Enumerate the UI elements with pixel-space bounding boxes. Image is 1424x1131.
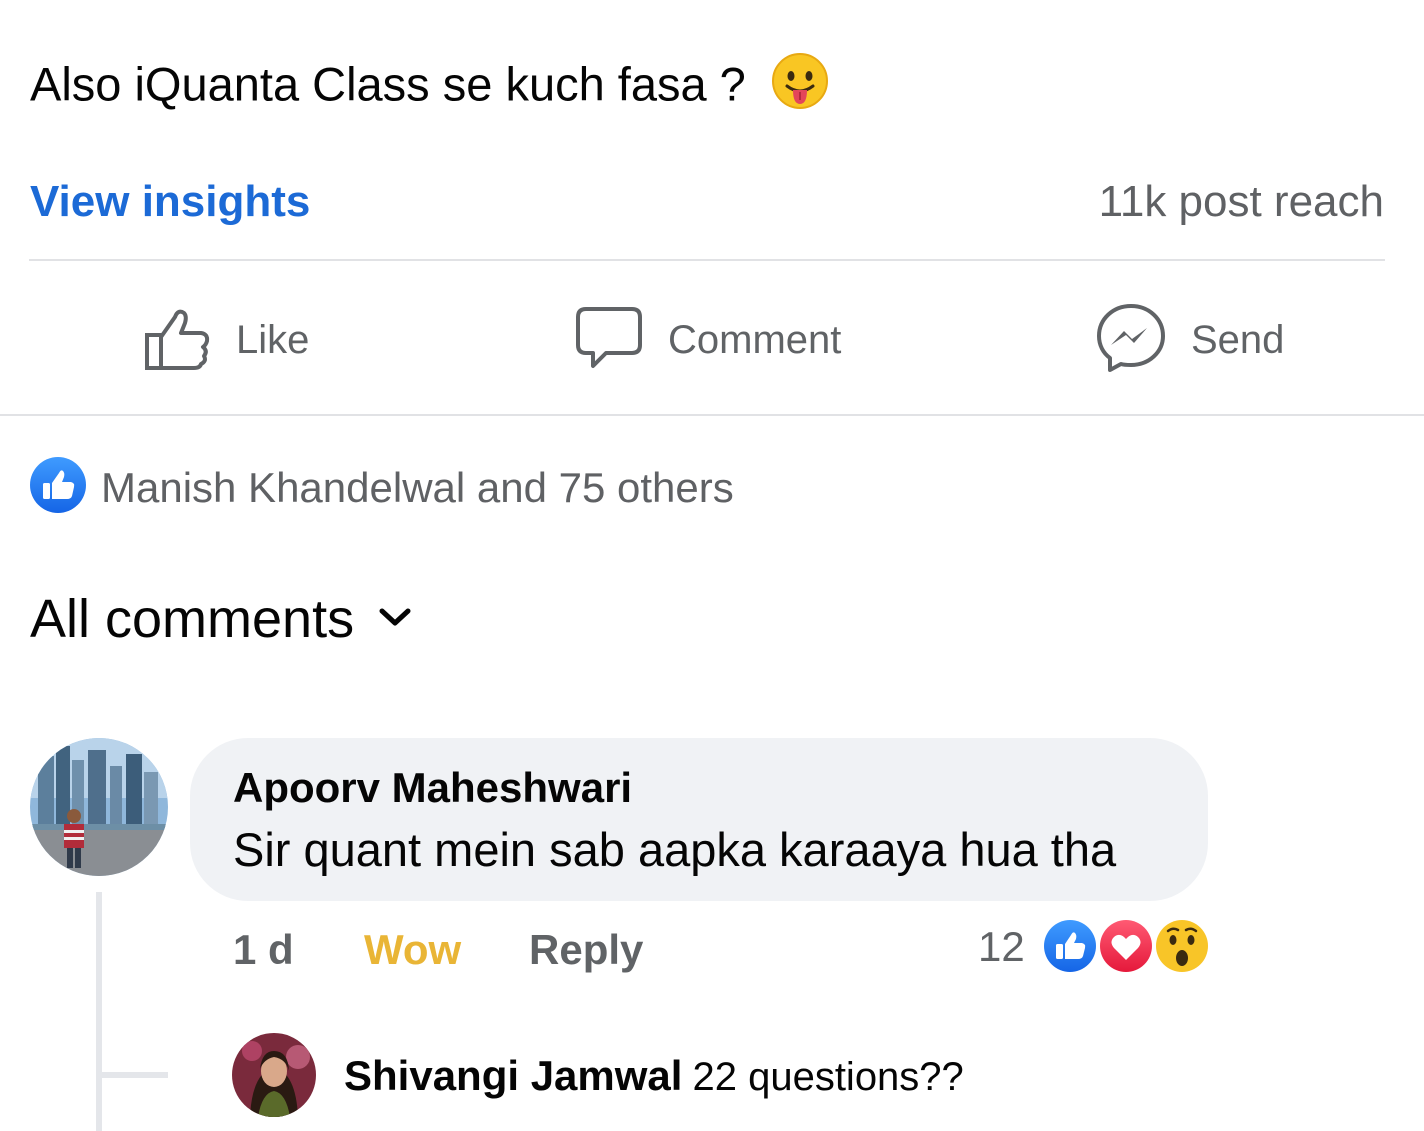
- love-reaction-icon: [1097, 917, 1155, 975]
- comment-author[interactable]: Apoorv Maheshwari: [233, 764, 632, 812]
- tongue-out-emoji-icon: [771, 52, 829, 124]
- comment-text: Sir quant mein sab aapka karaaya hua tha: [233, 823, 1117, 876]
- divider: [29, 259, 1385, 261]
- react-button[interactable]: Wow: [364, 924, 461, 976]
- reply-button[interactable]: Reply: [529, 924, 643, 976]
- avatar[interactable]: [30, 738, 168, 876]
- messenger-icon: [1095, 302, 1167, 379]
- comment-button[interactable]: Comment: [574, 290, 841, 390]
- send-label: Send: [1191, 317, 1285, 362]
- like-reaction-icon: [29, 456, 87, 519]
- comment-label: Comment: [668, 317, 842, 362]
- view-insights-link[interactable]: View insights: [30, 176, 310, 228]
- comments-filter-dropdown[interactable]: All comments: [30, 588, 412, 650]
- wow-reaction-icon: [1154, 918, 1210, 974]
- speech-bubble-icon: [574, 303, 644, 378]
- comments-filter-label: All comments: [30, 589, 355, 649]
- send-button[interactable]: Send: [1095, 290, 1284, 390]
- thread-branch: [102, 1072, 168, 1078]
- reactions-text: Manish Khandelwal and 75 others: [101, 463, 734, 511]
- reply-comment: Shivangi Jamwal 22 questions??: [344, 1050, 964, 1103]
- like-button[interactable]: Like: [142, 290, 309, 390]
- like-label: Like: [236, 317, 310, 362]
- post-reach: 11k post reach: [1098, 177, 1384, 226]
- divider: [0, 414, 1424, 416]
- reply-avatar[interactable]: [232, 1033, 316, 1117]
- comment-reactions[interactable]: [1040, 916, 1212, 976]
- reactions-summary[interactable]: Manish Khandelwal and 75 others: [29, 456, 734, 519]
- reply-text: 22 questions??: [692, 1055, 964, 1099]
- thread-line: [96, 892, 102, 1131]
- thumbs-up-icon: [142, 303, 212, 378]
- reaction-count: 12: [978, 923, 1025, 970]
- post-text: Also iQuanta Class se kuch fasa ?: [30, 52, 829, 124]
- post-body: Also iQuanta Class se kuch fasa ?: [30, 57, 746, 111]
- comment-timestamp: 1 d: [233, 926, 294, 973]
- chevron-down-icon: [354, 606, 412, 633]
- reply-author[interactable]: Shivangi Jamwal: [344, 1052, 682, 1099]
- like-reaction-icon: [1041, 917, 1099, 975]
